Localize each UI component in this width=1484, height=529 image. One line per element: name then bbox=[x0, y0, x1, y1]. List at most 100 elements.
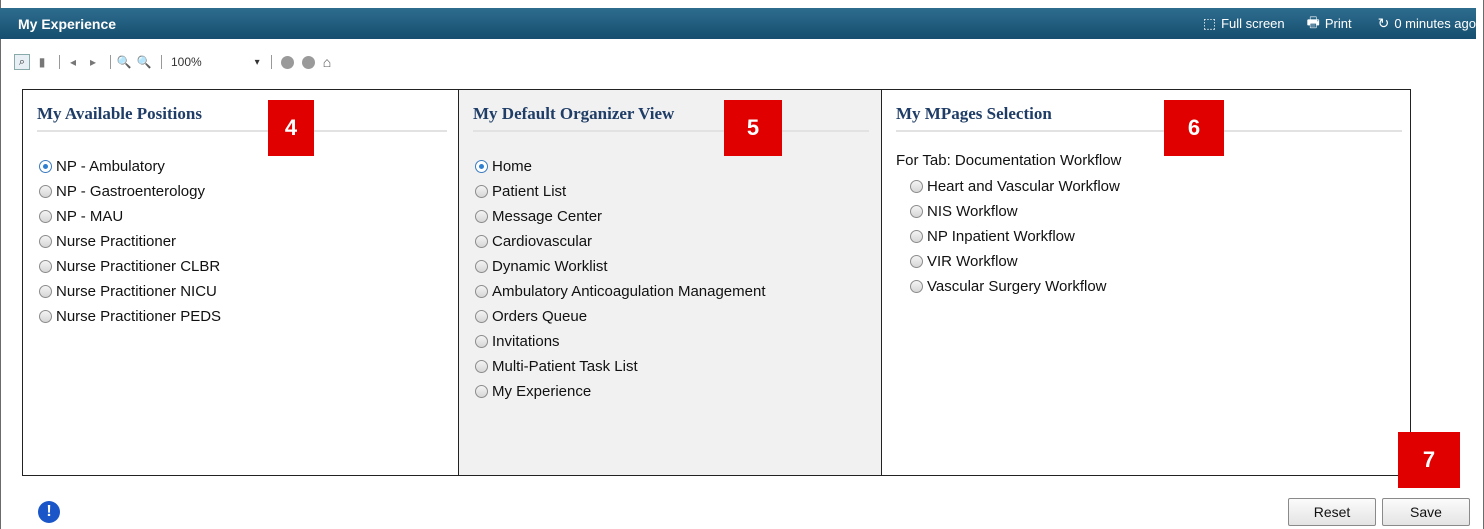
for-tab-label: For Tab: Documentation Workflow bbox=[896, 152, 1122, 169]
back-circle-icon[interactable] bbox=[280, 55, 294, 69]
radio-option[interactable]: NP - Gastroenterology bbox=[39, 179, 444, 204]
positions-column: My Available Positions NP - Ambulatory NP… bbox=[23, 90, 459, 475]
toolbar-divider bbox=[270, 55, 272, 69]
radio-button[interactable] bbox=[475, 235, 488, 248]
radio-button[interactable] bbox=[39, 285, 52, 298]
radio-option[interactable]: Nurse Practitioner bbox=[39, 229, 444, 254]
print-icon: 🖶 bbox=[1306, 13, 1320, 30]
home-icon[interactable]: ⌂ bbox=[323, 54, 331, 70]
radio-button[interactable] bbox=[475, 210, 488, 223]
zoom-out-icon[interactable]: 🔍 bbox=[116, 54, 132, 70]
page-icon[interactable]: ▮ bbox=[34, 54, 50, 70]
radio-label: Dynamic Worklist bbox=[492, 258, 608, 275]
save-button[interactable]: Save bbox=[1382, 498, 1470, 526]
radio-label: Heart and Vascular Workflow bbox=[927, 178, 1120, 195]
radio-button[interactable] bbox=[910, 255, 923, 268]
radio-option[interactable]: Invitations bbox=[475, 329, 867, 354]
radio-button[interactable] bbox=[475, 185, 488, 198]
radio-button[interactable] bbox=[910, 230, 923, 243]
radio-option[interactable]: Dynamic Worklist bbox=[475, 254, 867, 279]
callout-badge-5: 5 bbox=[724, 100, 782, 156]
full-screen-label: Full screen bbox=[1221, 16, 1285, 31]
radio-label: Cardiovascular bbox=[492, 233, 593, 250]
positions-list: NP - Ambulatory NP - Gastroenterology NP -… bbox=[39, 154, 444, 329]
radio-label: Nurse Practitioner CLBR bbox=[56, 258, 221, 275]
radio-label: My Experience bbox=[492, 383, 592, 400]
radio-button[interactable] bbox=[39, 310, 52, 323]
organizer-list: Home Patient List Message Center Cardiovasc… bbox=[475, 154, 867, 404]
mpages-column: My MPages Selection For Tab: Documentati… bbox=[882, 90, 1410, 475]
organizer-column: My Default Organizer View Home Patient Li… bbox=[459, 90, 882, 475]
callout-badge-6: 6 bbox=[1164, 100, 1224, 156]
full-screen-icon: ⬚ bbox=[1202, 15, 1217, 31]
zoom-value[interactable]: 100% bbox=[171, 55, 202, 69]
radio-option[interactable]: Vascular Surgery Workflow bbox=[910, 274, 1396, 299]
radio-button[interactable] bbox=[475, 360, 488, 373]
radio-label: Message Center bbox=[492, 208, 603, 225]
radio-label: NP - Ambulatory bbox=[56, 158, 165, 175]
radio-button[interactable] bbox=[475, 385, 488, 398]
radio-option[interactable]: VIR Workflow bbox=[910, 249, 1396, 274]
title-actions: ⬚ Full screen 🖶 Print ↻ 0 minutes ago bbox=[1181, 12, 1476, 36]
radio-option[interactable]: Ambulatory Anticoagulation Management bbox=[475, 279, 867, 304]
radio-label: Patient List bbox=[492, 183, 567, 200]
binoculars-icon[interactable]: ⌕ bbox=[14, 54, 30, 70]
radio-label: Vascular Surgery Workflow bbox=[927, 278, 1107, 295]
radio-button[interactable] bbox=[39, 160, 52, 173]
radio-label: NIS Workflow bbox=[927, 203, 1018, 220]
refresh-button[interactable]: ↻ 0 minutes ago bbox=[1378, 15, 1476, 32]
full-screen-button[interactable]: ⬚ Full screen bbox=[1203, 15, 1285, 32]
radio-option[interactable]: Patient List bbox=[475, 179, 867, 204]
radio-label: Invitations bbox=[492, 333, 560, 350]
radio-button[interactable] bbox=[39, 210, 52, 223]
radio-option[interactable]: Home bbox=[475, 154, 867, 179]
radio-button[interactable] bbox=[475, 160, 488, 173]
radio-button[interactable] bbox=[475, 285, 488, 298]
radio-button[interactable] bbox=[910, 180, 923, 193]
toolbar-divider bbox=[110, 55, 111, 69]
radio-button[interactable] bbox=[910, 280, 923, 293]
radio-option[interactable]: Heart and Vascular Workflow bbox=[910, 174, 1396, 199]
radio-option[interactable]: NIS Workflow bbox=[910, 199, 1396, 224]
refresh-label: 0 minutes ago bbox=[1394, 16, 1476, 31]
radio-option[interactable]: Cardiovascular bbox=[475, 229, 867, 254]
forward-circle-icon[interactable] bbox=[301, 55, 315, 69]
previous-page-icon[interactable]: ◂ bbox=[65, 54, 81, 70]
zoom-dropdown-icon[interactable]: ▾ bbox=[206, 57, 260, 68]
radio-option[interactable]: NP - MAU bbox=[39, 204, 444, 229]
radio-label: NP - Gastroenterology bbox=[56, 183, 205, 200]
radio-option[interactable]: My Experience bbox=[475, 379, 867, 404]
title-bar: My Experience ⬚ Full screen 🖶 Print ↻ 0 … bbox=[0, 8, 1476, 39]
next-page-icon[interactable]: ▸ bbox=[85, 54, 101, 70]
radio-label: Nurse Practitioner PEDS bbox=[56, 308, 222, 325]
radio-option[interactable]: Nurse Practitioner CLBR bbox=[39, 254, 444, 279]
radio-button[interactable] bbox=[475, 335, 488, 348]
mpages-heading: My MPages Selection bbox=[896, 104, 1402, 132]
callout-badge-4: 4 bbox=[268, 100, 314, 156]
radio-button[interactable] bbox=[475, 260, 488, 273]
radio-label: Multi-Patient Task List bbox=[492, 358, 638, 375]
radio-option[interactable]: NP - Ambulatory bbox=[39, 154, 444, 179]
mpages-list: Heart and Vascular Workflow NIS Workflow N… bbox=[910, 174, 1396, 299]
radio-button[interactable] bbox=[39, 185, 52, 198]
reset-button[interactable]: Reset bbox=[1288, 498, 1376, 526]
radio-button[interactable] bbox=[39, 260, 52, 273]
radio-button[interactable] bbox=[475, 310, 488, 323]
radio-button[interactable] bbox=[910, 205, 923, 218]
radio-label: NP - MAU bbox=[56, 208, 124, 225]
print-button[interactable]: 🖶 Print bbox=[1307, 12, 1352, 36]
zoom-in-icon[interactable]: 🔍 bbox=[136, 54, 152, 70]
radio-option[interactable]: Nurse Practitioner PEDS bbox=[39, 304, 444, 329]
radio-label: NP Inpatient Workflow bbox=[927, 228, 1075, 245]
radio-option[interactable]: Multi-Patient Task List bbox=[475, 354, 867, 379]
radio-button[interactable] bbox=[39, 235, 52, 248]
positions-heading: My Available Positions bbox=[37, 104, 447, 132]
radio-label: VIR Workflow bbox=[927, 253, 1018, 270]
radio-option[interactable]: NP Inpatient Workflow bbox=[910, 224, 1396, 249]
toolbar: ⌕ ▮ ◂ ▸ 🔍 🔍 100% ▾ ⌂ bbox=[14, 52, 331, 72]
radio-option[interactable]: Orders Queue bbox=[475, 304, 867, 329]
radio-label: Home bbox=[492, 158, 533, 175]
info-icon[interactable]: ! bbox=[38, 501, 60, 523]
radio-option[interactable]: Nurse Practitioner NICU bbox=[39, 279, 444, 304]
radio-option[interactable]: Message Center bbox=[475, 204, 867, 229]
